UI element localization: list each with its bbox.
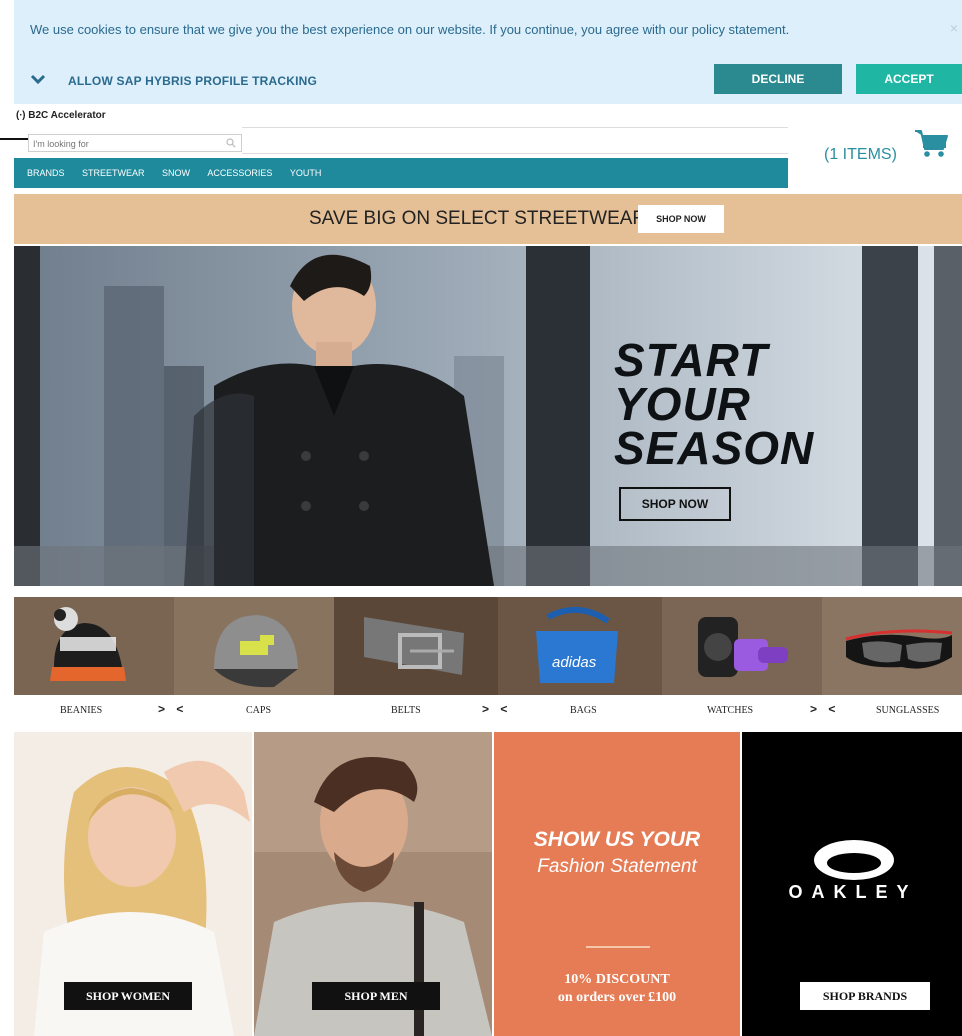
category-pager-arrows[interactable]: > < (482, 702, 511, 716)
category-label-bags[interactable]: BAGS (570, 705, 597, 716)
bag-brand-label: adidas (552, 654, 597, 671)
cookie-message: We use cookies to ensure that we give yo… (30, 22, 790, 37)
nav-item-brands[interactable]: BRANDS (27, 158, 65, 188)
hero-line-2: YOUR (614, 378, 751, 430)
discount-subtext: on orders over £100 (557, 990, 677, 1005)
search-icon[interactable] (226, 138, 236, 148)
tile-oakley[interactable]: OAKLEY SHOP BRANDS (742, 732, 962, 1036)
category-pager-arrows[interactable]: > < (810, 702, 839, 716)
cap-image (214, 615, 298, 688)
accept-button[interactable]: ACCEPT (856, 64, 962, 94)
belt-image (364, 617, 464, 675)
category-tile-belts[interactable] (334, 597, 498, 695)
hero-shop-now-button[interactable]: SHOP NOW (619, 487, 731, 521)
main-navigation: BRANDS STREETWEAR SNOW ACCESSORIES YOUTH (14, 158, 788, 188)
beanie-image (50, 607, 126, 681)
tile-divider (586, 946, 650, 948)
show-us-heading: SHOW US YOUR (533, 828, 701, 851)
chevron-down-icon[interactable] (30, 71, 46, 87)
category-label-belts[interactable]: BELTS (391, 705, 421, 716)
shop-brands-button[interactable]: SHOP BRANDS (800, 982, 930, 1010)
discount-text: 10% DISCOUNT (564, 972, 670, 987)
cart-icon[interactable] (914, 126, 948, 160)
category-strip: adidas (14, 597, 962, 695)
hero-image (14, 246, 962, 586)
hero-line-3: SEASON (614, 422, 815, 474)
header-divider (242, 127, 788, 128)
category-tile-beanies[interactable] (14, 597, 174, 695)
cookie-banner: We use cookies to ensure that we give yo… (14, 0, 962, 104)
site-logo[interactable]: (∙) B2C Accelerator (16, 110, 106, 121)
tile-men[interactable]: SHOP MEN (254, 732, 492, 1036)
tile-fashion-statement[interactable]: SHOW US YOUR Fashion Statement 10% DISCO… (494, 732, 740, 1036)
shop-men-button[interactable]: SHOP MEN (312, 982, 440, 1010)
nav-item-youth[interactable]: YOUTH (290, 158, 322, 188)
category-label-caps[interactable]: CAPS (246, 705, 271, 716)
category-label-sunglasses[interactable]: SUNGLASSES (876, 705, 939, 716)
nav-item-accessories[interactable]: ACCESSORIES (207, 158, 272, 188)
tile-women[interactable]: SHOP WOMEN (14, 732, 252, 1036)
sunglasses-image (845, 629, 953, 669)
cookie-tracking-row: ALLOW SAP HYBRIS PROFILE TRACKING DECLIN… (14, 62, 962, 96)
decline-button[interactable]: DECLINE (714, 64, 842, 94)
category-tile-bags[interactable]: adidas (498, 597, 662, 695)
category-tile-caps[interactable] (174, 597, 334, 695)
search-box (28, 134, 242, 152)
category-pager-arrows[interactable]: > < (158, 702, 187, 716)
oakley-wordmark: OAKLEY (788, 882, 918, 902)
edge-divider (0, 138, 28, 140)
nav-item-snow[interactable]: SNOW (162, 158, 190, 188)
header-divider (242, 153, 788, 154)
nav-item-streetwear[interactable]: STREETWEAR (82, 158, 145, 188)
profile-tracking-toggle[interactable]: ALLOW SAP HYBRIS PROFILE TRACKING (68, 74, 317, 88)
category-label-beanies[interactable]: BEANIES (60, 705, 102, 716)
hero-line-1: START (614, 334, 769, 386)
bag-image: adidas (536, 606, 618, 683)
promo-text: SAVE BIG ON SELECT STREETWEAR (309, 208, 647, 229)
search-input[interactable] (33, 137, 219, 150)
mini-cart[interactable]: (1 ITEMS) (788, 104, 962, 190)
category-labels: BEANIES > < CAPS BELTS > < BAGS WATCHES … (14, 696, 962, 726)
hero-headline: START YOUR SEASON (614, 334, 815, 474)
fashion-subheading: Fashion Statement (537, 856, 697, 877)
cart-count[interactable]: (1 ITEMS) (824, 146, 897, 164)
close-icon[interactable]: × (950, 20, 958, 36)
shop-women-button[interactable]: SHOP WOMEN (64, 982, 192, 1010)
promo-shop-now-button[interactable]: SHOP NOW (638, 205, 724, 233)
promo-banner: SAVE BIG ON SELECT STREETWEAR SHOP NOW (14, 194, 962, 244)
watch-image (698, 617, 788, 677)
category-tile-watches[interactable] (662, 597, 822, 695)
category-tile-sunglasses[interactable] (822, 597, 962, 695)
category-label-watches[interactable]: WATCHES (707, 705, 753, 716)
hero-banner[interactable]: START YOUR SEASON SHOP NOW (14, 246, 962, 586)
